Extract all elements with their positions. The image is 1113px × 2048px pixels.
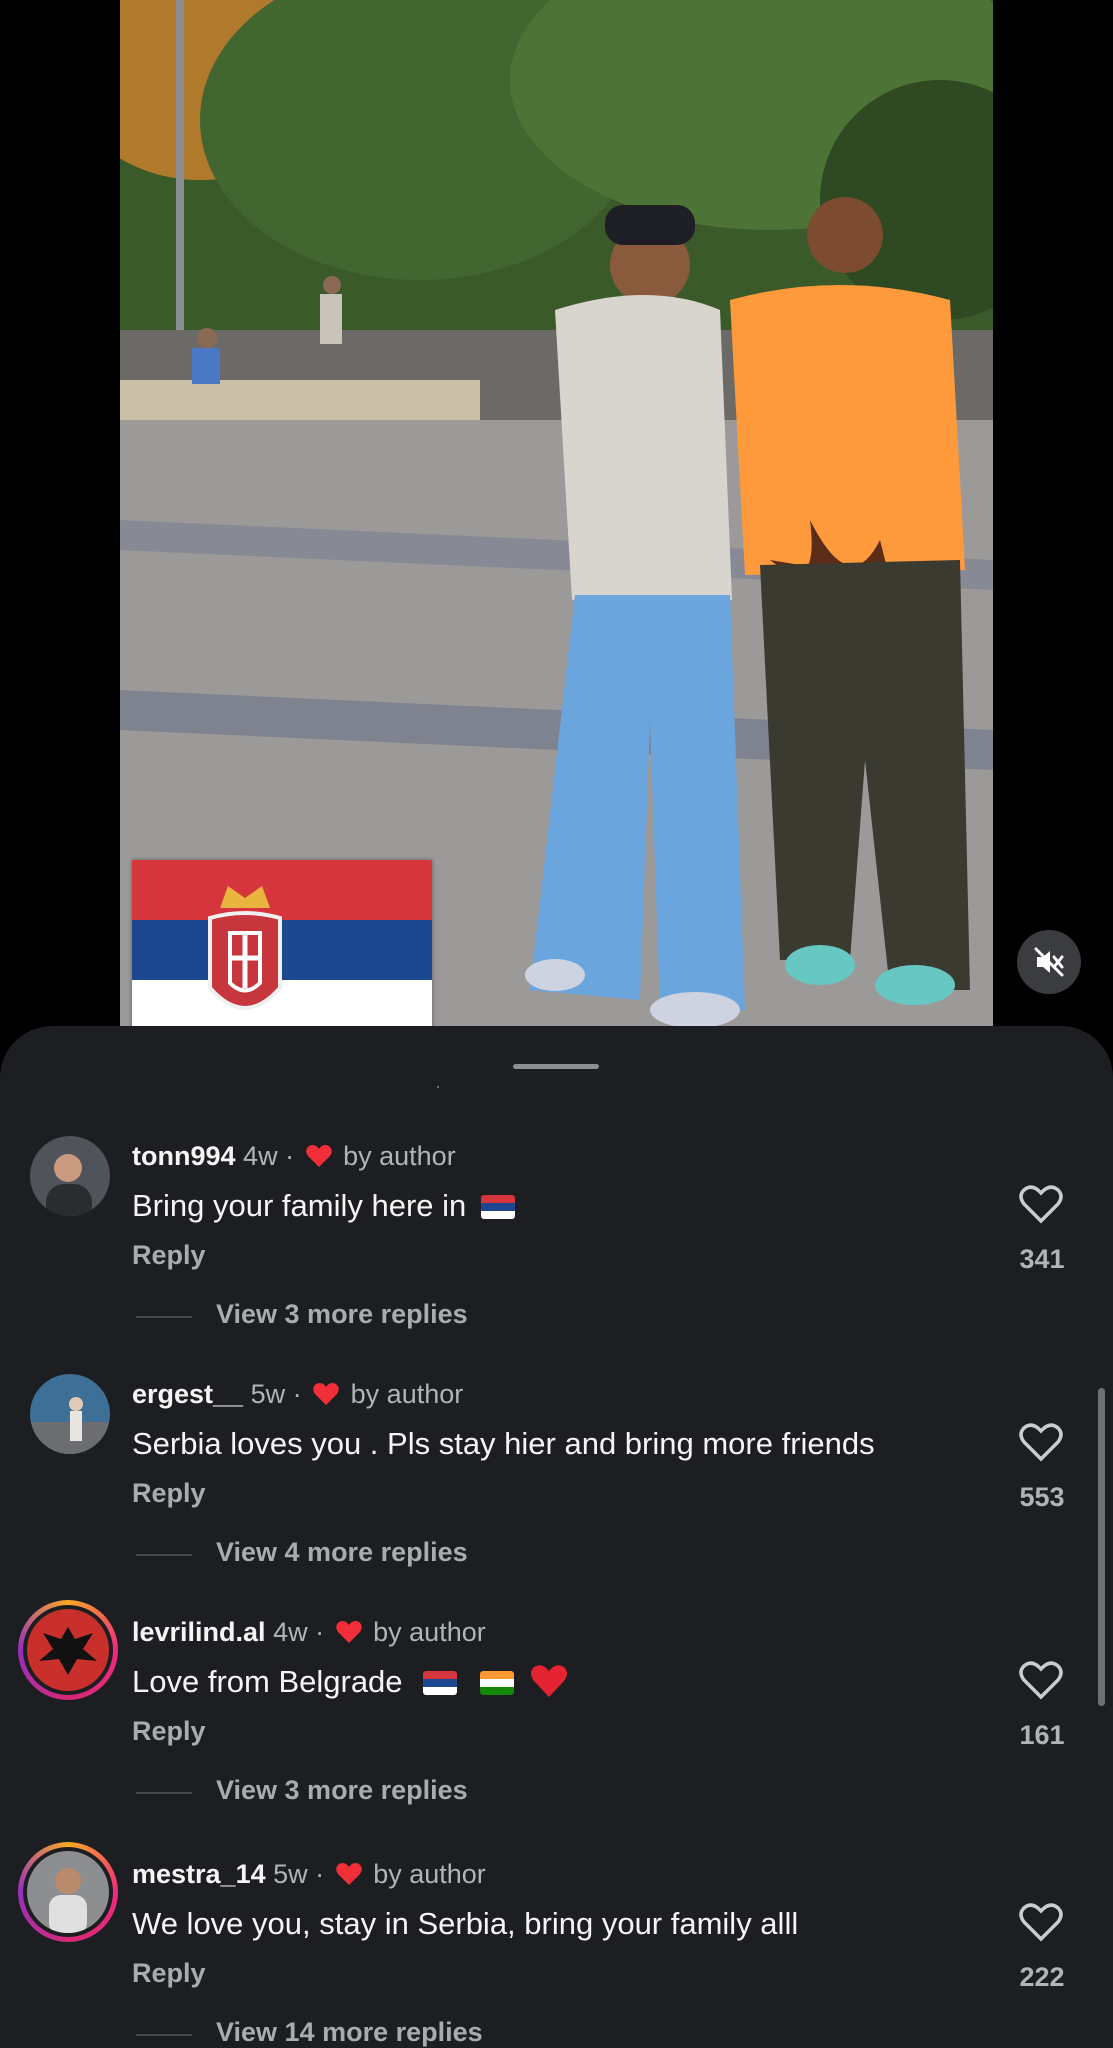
comment-text: We love you, stay in Serbia, bring your … — [132, 1906, 799, 1941]
liked-by-author-label: by author — [373, 1617, 486, 1647]
heart-outline-icon — [1019, 1185, 1063, 1224]
serbian-flag-sticker — [132, 860, 432, 1040]
comment-time: 4w — [273, 1617, 308, 1647]
comment-item: levrilind.al 4w · by author Love from Be… — [0, 1502, 1113, 1805]
comment-meta: tonn994 4w · by author — [132, 1141, 456, 1171]
like-button[interactable] — [1019, 1184, 1063, 1224]
comment-meta: mestra_14 5w · by author — [132, 1859, 486, 1889]
comments-sheet[interactable]: tonn994 4w · by author Bring your family… — [0, 1026, 1113, 2048]
liked-by-author-label: by author — [350, 1379, 464, 1409]
india-flag-emoji — [479, 1671, 514, 1695]
heart-filled-icon — [335, 1863, 362, 1885]
like-button[interactable] — [1019, 1902, 1063, 1942]
avatar[interactable] — [27, 1609, 109, 1691]
red-heart-emoji — [531, 1665, 568, 1697]
comment-time: 5w — [273, 1859, 308, 1889]
avatar[interactable] — [30, 1136, 110, 1216]
username[interactable]: ergest__ — [132, 1379, 243, 1409]
username[interactable]: levrilind.al — [132, 1617, 266, 1647]
username[interactable]: tonn994 — [132, 1141, 236, 1171]
speaker-muted-icon — [1034, 947, 1064, 977]
like-button[interactable] — [1019, 1660, 1063, 1700]
story-ring[interactable] — [18, 1842, 118, 1942]
reply-button[interactable]: Reply — [132, 1958, 206, 1989]
like-count: 222 — [1019, 1962, 1065, 1992]
comment-text: Serbia loves you . Pls stay hier and bri… — [132, 1426, 875, 1461]
avatar[interactable] — [30, 1374, 110, 1454]
comment-time: 4w — [243, 1141, 278, 1171]
comment-item: tonn994 4w · by author Bring your family… — [0, 1026, 1113, 1329]
heart-outline-icon — [1019, 1423, 1063, 1462]
mute-toggle-button[interactable] — [1017, 930, 1081, 994]
video-area — [0, 0, 1113, 1040]
heart-outline-icon — [1019, 1661, 1063, 1700]
comment-meta: ergest__ 5w · by author — [132, 1379, 464, 1409]
like-button[interactable] — [1019, 1422, 1063, 1462]
video-player[interactable] — [120, 0, 993, 1040]
reply-button[interactable]: Reply — [132, 1716, 206, 1747]
comment-item: ergest__ 5w · by author Serbia loves you… — [0, 1264, 1113, 1567]
heart-outline-icon — [1019, 1903, 1063, 1942]
heart-filled-icon — [305, 1145, 332, 1167]
serbian-coat-of-arms-icon — [208, 886, 282, 1010]
avatar[interactable] — [27, 1851, 109, 1933]
liked-by-author-label: by author — [343, 1141, 456, 1171]
serbia-flag-emoji — [480, 1195, 515, 1219]
comment-time: 5w — [250, 1379, 286, 1409]
comment-item: mestra_14 5w · by author We love you, st… — [0, 1744, 1113, 2047]
story-ring[interactable] — [18, 1600, 118, 1700]
liked-by-author-label: by author — [373, 1859, 486, 1889]
comment-text: Love from Belgrade — [132, 1664, 568, 1700]
username[interactable]: mestra_14 — [132, 1859, 266, 1889]
serbia-flag-emoji — [423, 1671, 458, 1695]
heart-filled-icon — [313, 1383, 339, 1405]
heart-filled-icon — [335, 1621, 362, 1643]
comment-meta: levrilind.al 4w · by author — [132, 1617, 486, 1647]
comment-text: Bring your family here in — [132, 1188, 515, 1224]
